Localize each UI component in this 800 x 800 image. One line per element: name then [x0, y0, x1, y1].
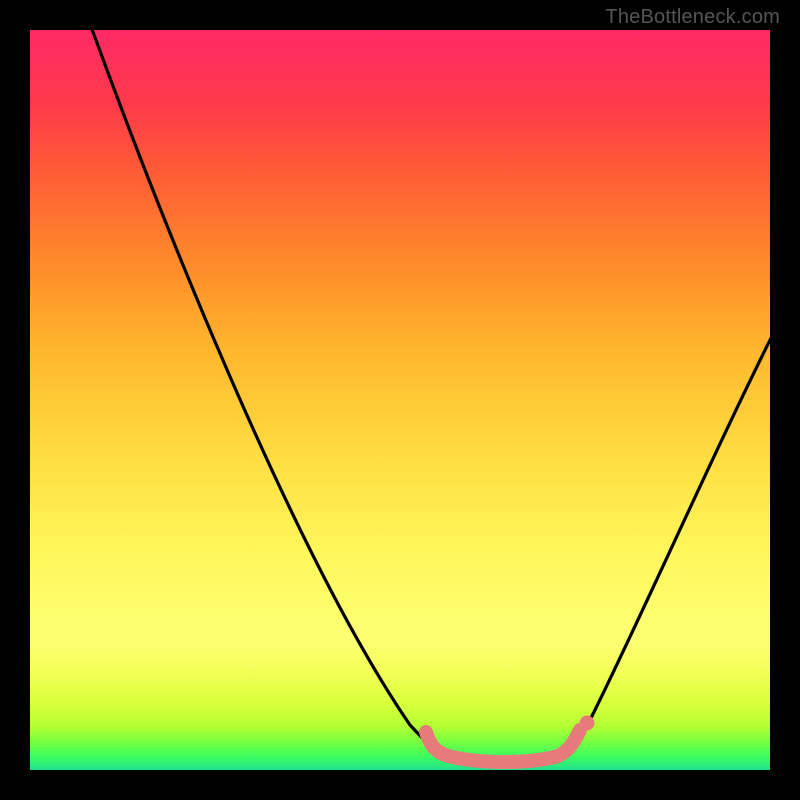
- bottleneck-curve: [85, 30, 770, 761]
- flat-segment-end-dot: [580, 716, 595, 731]
- watermark-text: TheBottleneck.com: [605, 6, 780, 29]
- plot-area: [30, 30, 770, 770]
- chart-frame: TheBottleneck.com: [0, 0, 800, 800]
- flat-optimum-segment: [426, 730, 580, 762]
- curve-layer: [30, 30, 770, 770]
